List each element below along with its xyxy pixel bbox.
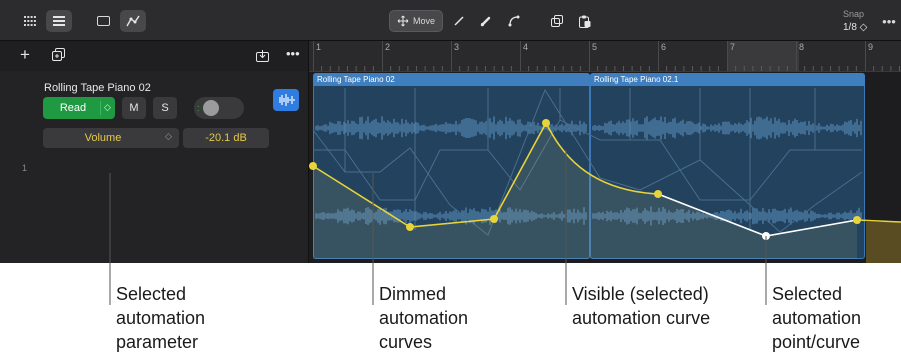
callout-line-text: automation (379, 308, 469, 328)
automation-point[interactable] (853, 216, 861, 224)
callout-line-text: Visible (selected) (572, 284, 709, 304)
callout-line-text: Dimmed (379, 284, 447, 304)
post-region-fill (866, 222, 901, 263)
callout-dimmed-curves: Dimmed automation curves (379, 282, 468, 354)
callout-selected-point: Selected automation point/curve (772, 282, 861, 354)
callout-visible-curve: Visible (selected) automation curve (572, 282, 710, 330)
callout-line-text: point/curve (772, 332, 861, 352)
automation-point[interactable] (490, 215, 498, 223)
callout-line-text: curves (379, 332, 433, 352)
callout-line-text: Selected (116, 284, 187, 304)
callout-line-text: automation curve (572, 308, 711, 328)
automation-fill (313, 123, 857, 259)
callout-line-text: automation (772, 308, 862, 328)
callout-line-text: Selected (772, 284, 843, 304)
automation-point[interactable] (406, 223, 414, 231)
waveform (592, 116, 862, 140)
callout-selected-parameter: Selected automation parameter (116, 282, 205, 354)
selected-automation-point[interactable] (762, 232, 770, 240)
automation-point[interactable] (309, 162, 317, 170)
callout-line-text: parameter (116, 332, 199, 352)
callout-line-text: automation (116, 308, 206, 328)
automation-point[interactable] (654, 190, 662, 198)
automation-point[interactable] (542, 119, 550, 127)
automation-tail-line (856, 219, 901, 223)
automation-overlay (309, 88, 901, 263)
logic-tracks-app: Move Snap 1/8 ◇ ••• + ••• 1 Rolling Tape… (0, 0, 901, 263)
